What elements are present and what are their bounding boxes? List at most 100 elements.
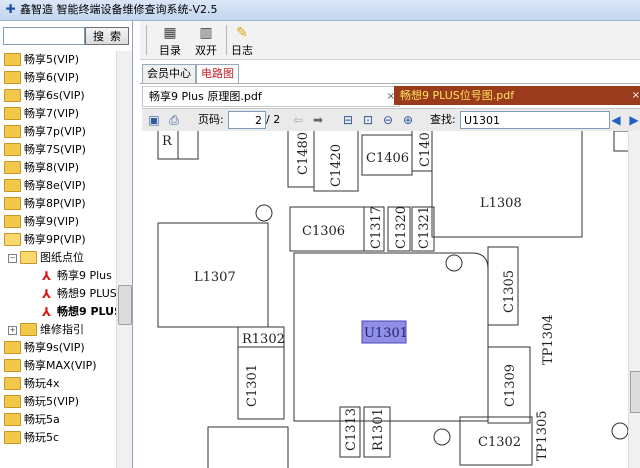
label-c1406: C1406 <box>366 151 409 166</box>
folder-icon <box>4 430 21 444</box>
folder-icon <box>4 52 21 66</box>
label-tp1305: TP1305 <box>535 410 550 461</box>
zoom-in-icon[interactable]: ⊕ <box>400 112 416 128</box>
fit-width-icon[interactable]: ⊟ <box>340 112 356 128</box>
tree-item-pdf[interactable]: ⅄ 畅想9 PLUS <box>40 285 116 303</box>
label-tp1304: TP1304 <box>541 314 556 365</box>
print-icon[interactable]: ⎙ <box>166 112 182 128</box>
tree-item[interactable]: 畅享9(VIP) <box>4 213 79 231</box>
zoom-out-icon[interactable]: ⊖ <box>380 112 396 128</box>
toolbar-separator <box>146 25 147 55</box>
label-l1307: L1307 <box>194 270 236 285</box>
save-icon[interactable]: ▣ <box>146 112 162 128</box>
tree-item[interactable]: 畅玩4x <box>4 375 60 393</box>
folder-icon <box>4 178 21 192</box>
expand-icon[interactable]: + <box>8 325 17 335</box>
catalog-button[interactable]: ▦ 目录 <box>152 23 188 57</box>
tree-item-expanded[interactable]: 畅享9P(VIP) <box>4 231 86 249</box>
test-point <box>433 428 451 446</box>
label-c1317: C1317 <box>369 206 384 249</box>
tree-item[interactable]: 畅享6(VIP) <box>4 69 79 87</box>
tree-item[interactable]: 畅享5(VIP) <box>4 51 79 69</box>
folder-icon <box>4 88 21 102</box>
tree-item[interactable]: 畅享8e(VIP) <box>4 177 86 195</box>
label-c1320: C1320 <box>394 206 409 249</box>
doc-tab-position-map[interactable]: 畅想9 PLUS位号图.pdf × <box>394 86 640 105</box>
main-tabs: 会员中心 电路图 <box>140 63 640 84</box>
label-c1305: C1305 <box>502 270 517 313</box>
tree-item-expanded[interactable]: − 图纸点位 <box>8 249 84 267</box>
component-outline <box>431 131 583 238</box>
doc-tab-schematic[interactable]: 畅享9 Plus 原理图.pdf × <box>142 86 400 107</box>
sidebar-scrollbar[interactable] <box>116 51 132 468</box>
tab-member-center[interactable]: 会员中心 <box>142 64 196 83</box>
label-r: R <box>162 134 173 149</box>
find-next-icon[interactable]: ▶ <box>626 112 640 128</box>
tree-item[interactable]: 畅享8P(VIP) <box>4 195 86 213</box>
label-c1302: C1302 <box>478 435 521 450</box>
tree-item[interactable]: 畅享6s(VIP) <box>4 87 85 105</box>
tree-item[interactable]: 畅享7p(VIP) <box>4 123 86 141</box>
tree-item[interactable]: 畅享7(VIP) <box>4 105 79 123</box>
search-input[interactable] <box>3 27 85 45</box>
folder-icon <box>4 340 21 354</box>
folder-icon <box>4 394 21 408</box>
folder-icon <box>20 322 37 336</box>
folder-icon <box>4 196 21 210</box>
tree-item-pdf-selected[interactable]: ⅄ 畅想9 PLUS <box>40 303 116 321</box>
label-l1308: L1308 <box>480 196 522 211</box>
close-icon[interactable]: × <box>632 86 640 105</box>
dual-open-button[interactable]: ▥ 双开 <box>188 23 224 57</box>
label-c1480: C1480 <box>296 132 311 175</box>
folder-icon <box>4 376 21 390</box>
label-c1309: C1309 <box>503 364 518 407</box>
test-point <box>445 254 463 272</box>
page-number-input[interactable] <box>228 111 266 129</box>
window-title: 鑫智造 智能终端设备维修查询系统-V2.5 <box>20 3 218 16</box>
tree-item[interactable]: + 维修指引 <box>8 321 84 339</box>
viewer-scrollbar[interactable] <box>628 131 640 468</box>
component-outline <box>613 131 628 152</box>
tree-item[interactable]: 畅享7S(VIP) <box>4 141 86 159</box>
tree-item[interactable]: 畅享8(VIP) <box>4 159 79 177</box>
tab-circuit-diagram[interactable]: 电路图 <box>196 64 239 83</box>
folder-icon <box>4 106 21 120</box>
fit-page-icon[interactable]: ⊡ <box>360 112 376 128</box>
scrollbar-thumb[interactable] <box>630 371 640 413</box>
label-c1313: C1313 <box>344 408 359 451</box>
search-row: 搜索 <box>3 27 129 45</box>
document-tabs: 畅享9 Plus 原理图.pdf × 畅想9 PLUS位号图.pdf × <box>142 86 640 107</box>
pdf-icon: ⅄ <box>41 286 52 301</box>
scrollbar-thumb[interactable] <box>118 285 132 325</box>
label-c140: C140 <box>418 132 433 167</box>
pdf-viewer[interactable]: R C1480 C1420 C1406 C140 L1308 C1306 C13… <box>142 131 628 468</box>
next-page-icon[interactable]: ➡ <box>310 112 326 128</box>
page-label: 页码: <box>198 113 224 126</box>
search-button[interactable]: 搜索 <box>85 27 129 45</box>
tree-item[interactable]: 畅玩5a <box>4 411 60 429</box>
find-label: 查找: <box>430 113 456 126</box>
tree-item[interactable]: 畅享MAX(VIP) <box>4 357 97 375</box>
folder-icon <box>4 160 21 174</box>
pdf-icon: ⅄ <box>41 268 52 283</box>
collapse-icon[interactable]: − <box>8 253 17 263</box>
find-previous-icon[interactable]: ◀ <box>608 112 624 128</box>
pdf-toolbar: ▣ ⎙ 页码: / 2 ⇦ ➡ ⊟ ⊡ ⊖ ⊕ 查找: ◀ ▶ <box>142 108 640 132</box>
tree-item-pdf[interactable]: ⅄ 畅享9 Plus <box>40 267 112 285</box>
folder-icon <box>4 124 21 138</box>
page-total: / 2 <box>266 113 281 126</box>
label-c1321: C1321 <box>417 206 432 249</box>
test-point <box>611 422 628 440</box>
test-point <box>255 204 273 222</box>
tree-item[interactable]: 畅玩5c <box>4 429 59 447</box>
tree-item[interactable]: 畅玩5(VIP) <box>4 393 79 411</box>
catalog-icon: ▦ <box>163 25 177 41</box>
main-toolbar: ▦ 目录 ▥ 双开 ✎ 日志 <box>140 21 640 60</box>
label-c1301: C1301 <box>245 364 260 407</box>
label-c1306: C1306 <box>302 224 345 239</box>
app-icon: ✚ <box>5 2 16 16</box>
find-input[interactable] <box>460 111 610 129</box>
log-button[interactable]: ✎ 日志 <box>224 23 260 57</box>
previous-page-icon[interactable]: ⇦ <box>290 112 306 128</box>
tree-item[interactable]: 畅享9s(VIP) <box>4 339 85 357</box>
